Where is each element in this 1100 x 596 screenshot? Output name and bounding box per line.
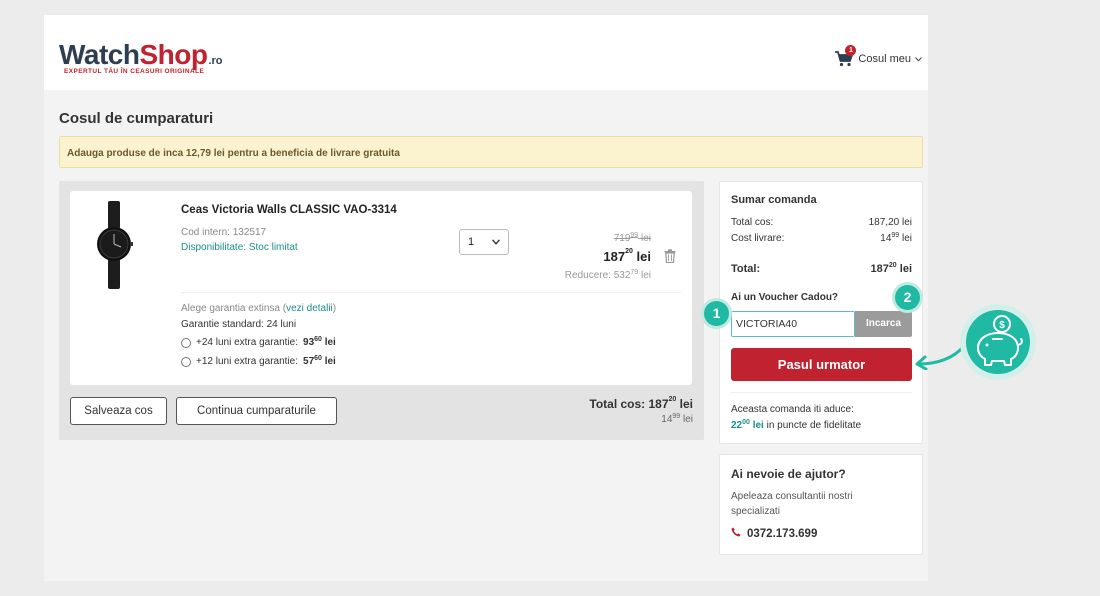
product-image[interactable]: [92, 201, 136, 289]
product-discount: Reducere: 53279 lei: [564, 269, 651, 281]
logo-shop-text: Shop: [139, 39, 208, 70]
warranty-option-label: +12 luni extra garantie:: [196, 356, 299, 367]
cart-menu[interactable]: 1 Cosul meu: [834, 45, 922, 67]
quantity-value: 1: [468, 236, 475, 248]
watchshop-logo[interactable]: WatchShop.ro EXPERTUL TĂU ÎN CEASURI ORI…: [59, 39, 223, 76]
page-title: Cosul de cumparaturi: [59, 110, 214, 127]
next-step-button[interactable]: Pasul urmator: [731, 348, 912, 381]
chevron-down-icon: [491, 236, 501, 248]
save-cart-button[interactable]: Salveaza cos: [70, 397, 167, 425]
product-availability: Disponibilitate: Stoc limitat: [181, 242, 298, 253]
divider: [181, 292, 681, 293]
warranty-option-24[interactable]: +24 luni extra garantie: 9360 lei: [181, 336, 336, 348]
logo-tagline: EXPERTUL TĂU ÎN CEASURI ORIGINALE: [64, 68, 205, 75]
standard-warranty: Garantie standard: 24 luni: [181, 319, 297, 330]
warranty-option-price: 9360 lei: [303, 336, 336, 348]
summary-row-total-cos: Total cos: 187,20 lei: [731, 217, 912, 228]
logo-tld-text: .ro: [208, 55, 223, 67]
order-summary-panel: Sumar comanda Total cos: 187,20 lei Cost …: [719, 181, 923, 444]
quantity-select[interactable]: 1: [459, 229, 509, 255]
radio-button[interactable]: [181, 356, 191, 367]
loyalty-text: Aceasta comanda iti aduce:: [731, 404, 854, 415]
help-phone[interactable]: 0372.173.699: [731, 527, 817, 540]
cart-label: Cosul meu: [858, 53, 911, 65]
product-price: 18720 lei: [603, 248, 651, 264]
continue-shopping-button[interactable]: Continua cumparaturile: [176, 397, 337, 425]
summary-row-total: Total: 18720 lei: [731, 262, 912, 275]
product-code: Cod intern: 132517: [181, 227, 267, 238]
product-name[interactable]: Ceas Victoria Walls CLASSIC VAO-3314: [181, 204, 397, 216]
loyalty-points: 2200 lei in puncte de fidelitate: [731, 419, 862, 431]
svg-text:$: $: [999, 320, 1005, 331]
shopping-cart-icon: 1: [834, 45, 857, 67]
voucher-title: Ai un Voucher Cadou?: [731, 292, 839, 303]
step-marker-2: 2: [895, 285, 920, 310]
radio-button[interactable]: [181, 337, 191, 348]
site-header: WatchShop.ro EXPERTUL TĂU ÎN CEASURI ORI…: [44, 15, 928, 90]
help-title: Ai nevoie de ajutor?: [731, 467, 846, 481]
phone-icon: [731, 527, 741, 540]
free-shipping-notice: Adauga produse de inca 12,79 lei pentru …: [59, 136, 923, 168]
cart-items-panel: Ceas Victoria Walls CLASSIC VAO-3314 Cod…: [59, 181, 704, 440]
page-container: WatchShop.ro EXPERTUL TĂU ÎN CEASURI ORI…: [44, 15, 928, 581]
warranty-option-label: +24 luni extra garantie:: [196, 337, 299, 348]
cart-count-badge: 1: [845, 45, 857, 56]
cart-shipping: 1499 lei: [661, 413, 693, 425]
cart-total: Total cos: 18720 lei: [589, 396, 693, 411]
product-old-price: 71999 lei: [613, 232, 651, 244]
warranty-details-link[interactable]: vezi detalii: [286, 303, 333, 314]
voucher-load-button[interactable]: Incarca: [855, 311, 912, 337]
warranty-option-12[interactable]: +12 luni extra garantie: 5760 lei: [181, 355, 336, 367]
divider: [731, 392, 912, 393]
summary-title: Sumar comanda: [731, 194, 817, 206]
summary-row-shipping: Cost livrare: 1499 lei: [731, 232, 912, 244]
step-marker-1: 1: [704, 301, 729, 326]
logo-watch-text: Watch: [59, 39, 140, 70]
voucher-input[interactable]: [731, 311, 855, 337]
extended-warranty-title: Alege garantia extinsa (vezi detalii): [181, 303, 337, 314]
help-text: Apeleaza consultantii nostri specializat…: [731, 491, 853, 517]
phone-number: 0372.173.699: [747, 527, 818, 540]
cart-product-card: Ceas Victoria Walls CLASSIC VAO-3314 Cod…: [70, 191, 692, 385]
warranty-option-price: 5760 lei: [303, 355, 336, 367]
piggy-bank-icon: $: [958, 302, 1038, 382]
chevron-down-icon: [915, 53, 922, 65]
help-panel: Ai nevoie de ajutor? Apeleaza consultant…: [719, 454, 923, 555]
trash-icon[interactable]: [664, 249, 676, 264]
